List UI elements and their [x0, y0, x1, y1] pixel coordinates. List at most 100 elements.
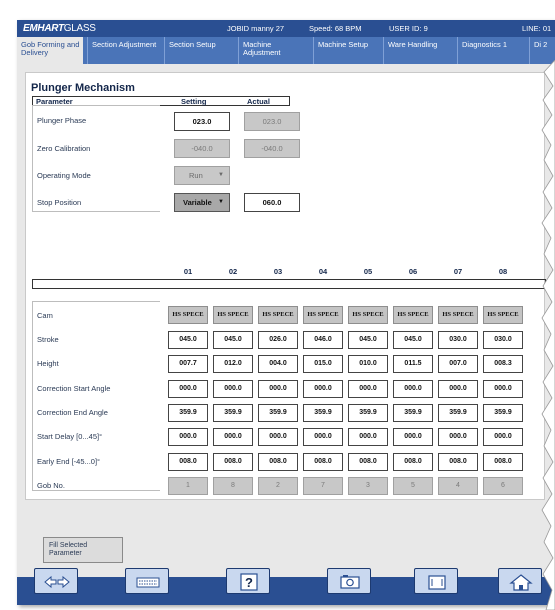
- gob-no-cell: 3: [348, 477, 388, 495]
- column-06-header: 06: [408, 267, 418, 276]
- correction-start-angle-cell[interactable]: 000.0: [213, 380, 253, 398]
- stroke-cell[interactable]: 030.0: [483, 331, 523, 349]
- correction-end-angle-cell[interactable]: 359.9: [438, 404, 478, 422]
- gob-no-cell: 4: [438, 477, 478, 495]
- page-title: Plunger Mechanism: [31, 82, 135, 94]
- stroke-cell[interactable]: 046.0: [303, 331, 343, 349]
- stop-position-value[interactable]: 060.0: [244, 193, 300, 212]
- operating-mode-dropdown: Run ▼: [174, 166, 230, 185]
- navigate-button[interactable]: [34, 568, 78, 594]
- stroke-cell[interactable]: 045.0: [393, 331, 433, 349]
- cam-cell[interactable]: HS SPECE: [303, 306, 343, 324]
- line-label: LINE: 01: [522, 24, 552, 33]
- cam-cell[interactable]: HS SPECE: [258, 306, 298, 324]
- height-cell[interactable]: 008.3: [483, 355, 523, 373]
- early-end-cell[interactable]: 008.0: [438, 453, 478, 471]
- start-delay-cell[interactable]: 000.0: [393, 428, 433, 446]
- correction-end-angle-label: Correction End Angle: [37, 408, 108, 417]
- start-delay-cell[interactable]: 000.0: [438, 428, 478, 446]
- cam-cell[interactable]: HS SPECE: [393, 306, 433, 324]
- bottom-toolbar: [17, 577, 555, 605]
- height-cell[interactable]: 007.7: [168, 355, 208, 373]
- cam-cell[interactable]: HS SPECE: [348, 306, 388, 324]
- emhart-glass-logo: EMHARTGLASS: [23, 23, 96, 34]
- tab-machine-setup[interactable]: Machine Setup: [313, 37, 379, 64]
- stroke-label: Stroke: [37, 335, 59, 344]
- correction-start-angle-cell[interactable]: 000.0: [393, 380, 433, 398]
- window-icon: [428, 575, 446, 590]
- gob-no-cell: 6: [483, 477, 523, 495]
- job-id-label: JOBID manny 27: [227, 24, 285, 33]
- early-end-cell[interactable]: 008.0: [168, 453, 208, 471]
- early-end-cell[interactable]: 008.0: [393, 453, 433, 471]
- height-cell[interactable]: 011.5: [393, 355, 433, 373]
- correction-start-angle-cell[interactable]: 000.0: [258, 380, 298, 398]
- stroke-cell[interactable]: 045.0: [168, 331, 208, 349]
- early-end-cell[interactable]: 008.0: [303, 453, 343, 471]
- correction-start-angle-cell[interactable]: 000.0: [483, 380, 523, 398]
- cam-cell[interactable]: HS SPECE: [483, 306, 523, 324]
- start-delay-cell[interactable]: 000.0: [213, 428, 253, 446]
- tab-section-adjustment[interactable]: Section Adjustment: [87, 37, 161, 64]
- height-cell[interactable]: 004.0: [258, 355, 298, 373]
- keyboard-button[interactable]: [125, 568, 169, 594]
- home-button[interactable]: [498, 568, 542, 594]
- tab-diagnostics-1[interactable]: Diagnostics 1: [457, 37, 525, 64]
- section-column-header: [32, 279, 546, 289]
- correction-end-angle-cell[interactable]: 359.9: [258, 404, 298, 422]
- height-cell[interactable]: 012.0: [213, 355, 253, 373]
- cam-cell[interactable]: HS SPECE: [213, 306, 253, 324]
- tab-section-setup[interactable]: Section Setup: [164, 37, 234, 64]
- camera-icon: [340, 575, 360, 589]
- fill-selected-parameter-button[interactable]: Fill Selected Parameter: [43, 537, 123, 563]
- stroke-cell[interactable]: 045.0: [348, 331, 388, 349]
- gob-no-cell: 7: [303, 477, 343, 495]
- early-end-cell[interactable]: 008.0: [258, 453, 298, 471]
- tab-gob-forming-and-delivery[interactable]: Gob Forming and Delivery: [17, 37, 83, 64]
- help-icon: ?: [240, 573, 258, 591]
- correction-end-angle-cell[interactable]: 359.9: [213, 404, 253, 422]
- stroke-cell[interactable]: 030.0: [438, 331, 478, 349]
- window-button[interactable]: [414, 568, 458, 594]
- zero-calibration-setting: -040.0: [174, 139, 230, 158]
- stroke-cell[interactable]: 045.0: [213, 331, 253, 349]
- correction-start-angle-cell[interactable]: 000.0: [438, 380, 478, 398]
- cam-label: Cam: [37, 311, 53, 320]
- stop-position-dropdown[interactable]: Variable ▼: [174, 193, 230, 212]
- correction-end-angle-cell[interactable]: 359.9: [348, 404, 388, 422]
- start-delay-cell[interactable]: 000.0: [348, 428, 388, 446]
- correction-start-angle-label: Correction Start Angle: [37, 384, 111, 393]
- plunger-phase-label: Plunger Phase: [37, 116, 87, 125]
- torn-edge-decoration: [541, 60, 555, 610]
- start-delay-cell[interactable]: 000.0: [258, 428, 298, 446]
- correction-start-angle-cell[interactable]: 000.0: [303, 380, 343, 398]
- early-end-cell[interactable]: 008.0: [483, 453, 523, 471]
- start-delay-cell[interactable]: 000.0: [168, 428, 208, 446]
- early-end-cell[interactable]: 008.0: [213, 453, 253, 471]
- help-button[interactable]: ?: [226, 568, 270, 594]
- start-delay-cell[interactable]: 000.0: [483, 428, 523, 446]
- correction-end-angle-cell[interactable]: 359.9: [483, 404, 523, 422]
- early-end-cell[interactable]: 008.0: [348, 453, 388, 471]
- tab-ware-handling[interactable]: Ware Handling: [383, 37, 451, 64]
- gob-no-cell: 1: [168, 477, 208, 495]
- camera-button[interactable]: [327, 568, 371, 594]
- height-cell[interactable]: 007.0: [438, 355, 478, 373]
- height-cell[interactable]: 015.0: [303, 355, 343, 373]
- cam-cell[interactable]: HS SPECE: [438, 306, 478, 324]
- user-id-label: USER ID: 9: [389, 24, 428, 33]
- correction-start-angle-cell[interactable]: 000.0: [168, 380, 208, 398]
- status-bar: EMHARTGLASS JOBID manny 27 Speed: 68 BPM…: [17, 20, 555, 37]
- tab-machine-adjustment[interactable]: Machine Adjustment: [238, 37, 308, 64]
- height-cell[interactable]: 010.0: [348, 355, 388, 373]
- start-delay-cell[interactable]: 000.0: [303, 428, 343, 446]
- cam-cell[interactable]: HS SPECE: [168, 306, 208, 324]
- correction-end-angle-cell[interactable]: 359.9: [303, 404, 343, 422]
- plunger-phase-actual: 023.0: [244, 112, 300, 131]
- column-05-header: 05: [363, 267, 373, 276]
- correction-end-angle-cell[interactable]: 359.9: [168, 404, 208, 422]
- stroke-cell[interactable]: 026.0: [258, 331, 298, 349]
- correction-start-angle-cell[interactable]: 000.0: [348, 380, 388, 398]
- plunger-phase-setting[interactable]: 023.0: [174, 112, 230, 131]
- correction-end-angle-cell[interactable]: 359.9: [393, 404, 433, 422]
